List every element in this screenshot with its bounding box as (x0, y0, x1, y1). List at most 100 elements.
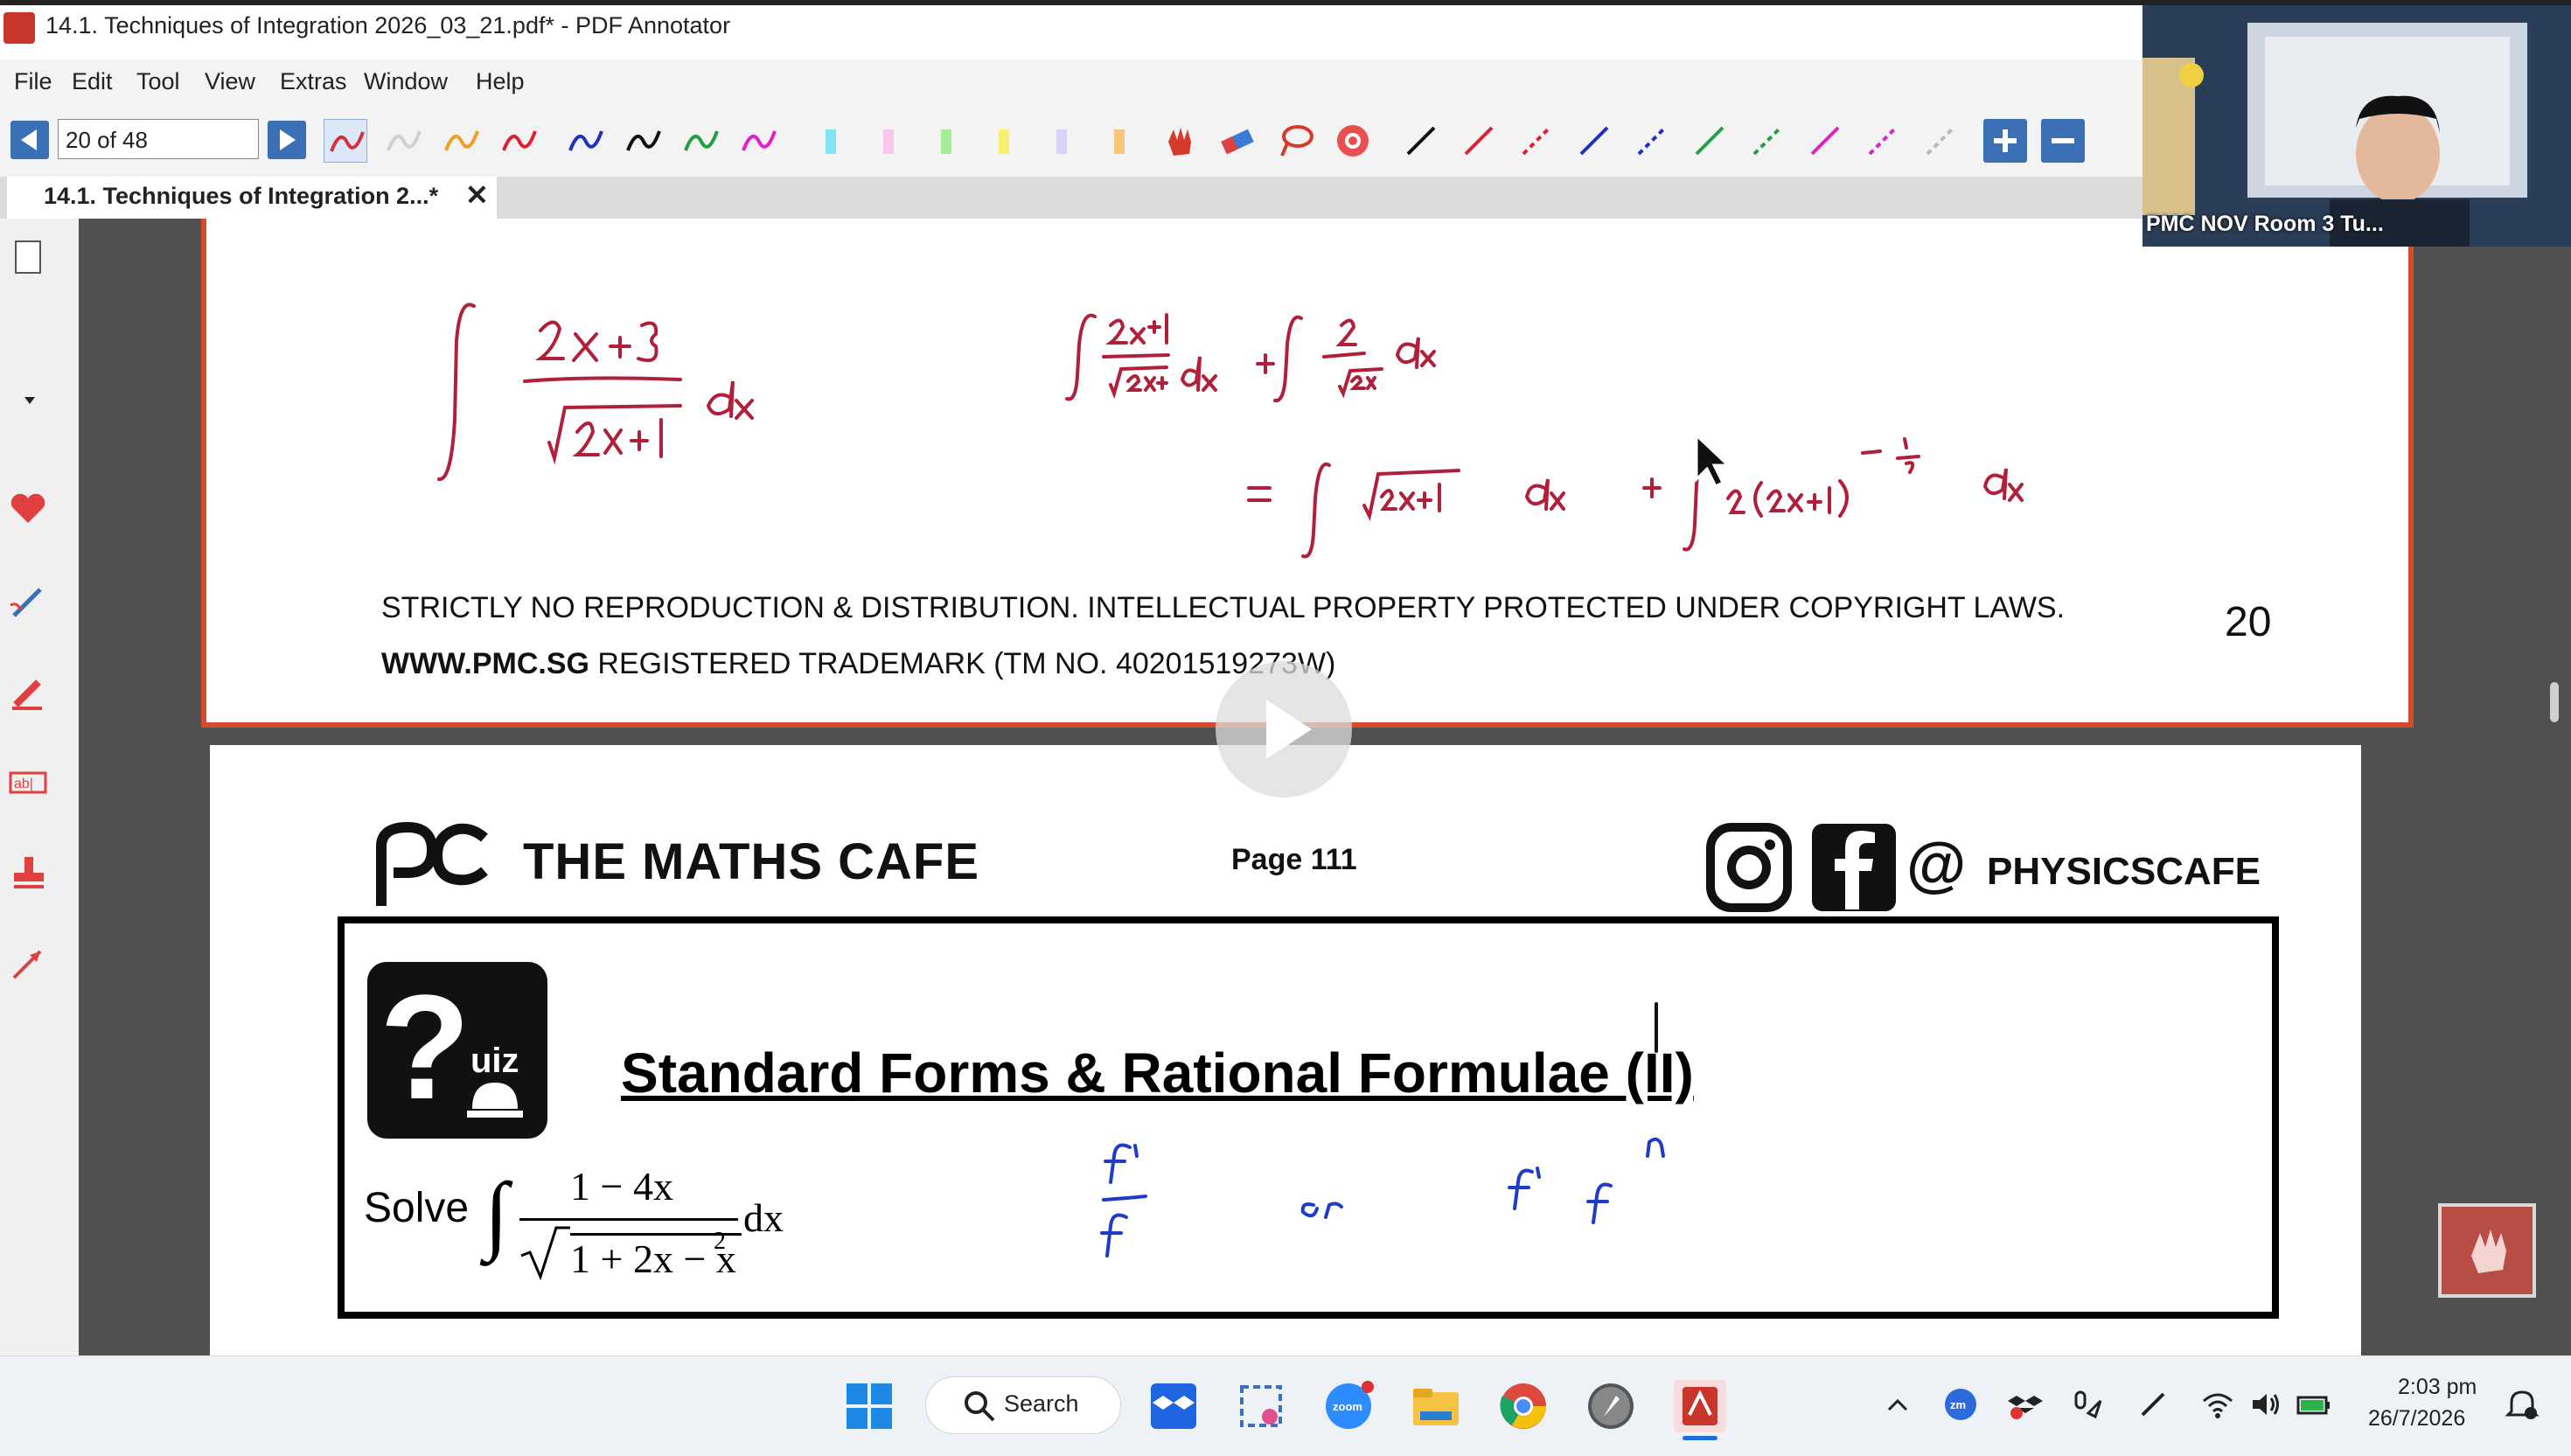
line-magenta[interactable] (1803, 119, 1847, 163)
menu-file[interactable]: File (14, 68, 52, 95)
pen-green[interactable] (679, 119, 722, 163)
dropbox-tray-icon[interactable] (2008, 1387, 2043, 1422)
highlighter-icon (1114, 129, 1125, 154)
raise-hand-button[interactable] (2438, 1203, 2536, 1298)
line-black[interactable] (1399, 119, 1443, 163)
speaker-icon[interactable] (2247, 1387, 2282, 1422)
zoom-out-button[interactable] (2041, 119, 2085, 163)
video-play-button[interactable] (1216, 661, 1352, 798)
line-icon (1406, 126, 1436, 156)
lasso-icon (1280, 125, 1313, 157)
dropbox-icon[interactable] (1147, 1380, 1200, 1432)
play-icon (1266, 700, 1312, 759)
line-red-dashed[interactable] (1515, 119, 1558, 163)
highlighter-pink[interactable] (866, 119, 909, 163)
arrow-icon[interactable] (5, 941, 51, 986)
zoom-in-button[interactable] (1983, 119, 2027, 163)
pen-icon (444, 130, 479, 151)
wifi-icon[interactable] (2200, 1387, 2235, 1422)
chrome-icon[interactable] (1497, 1380, 1550, 1432)
page-thumbnail-icon[interactable] (5, 234, 51, 280)
clock-time[interactable]: 2:03 pm (2398, 1375, 2477, 1400)
arrow-right-icon (280, 129, 296, 150)
eraser-icon (1221, 129, 1254, 155)
highlighter-icon (1056, 129, 1067, 154)
highlighter-cyan[interactable] (808, 119, 852, 163)
line-red[interactable] (1457, 119, 1501, 163)
pen-tray-icon[interactable] (2136, 1387, 2170, 1422)
webcam-participant-name: PMC NOV Room 3 Tu... (2146, 212, 2384, 236)
arrow-left-icon (21, 129, 37, 150)
pen-black[interactable] (621, 119, 665, 163)
pan-hand-tool[interactable] (1158, 119, 1202, 163)
pdf-annotator-taskbar-icon[interactable] (1674, 1380, 1726, 1432)
tab-close-icon[interactable]: ✕ (465, 178, 489, 212)
line-green-dashed[interactable] (1745, 119, 1789, 163)
pen-icon (502, 130, 537, 151)
page-number-input[interactable]: 20 of 48 (58, 119, 259, 159)
pen-icon (742, 130, 777, 151)
lasso-tool[interactable] (1273, 119, 1317, 163)
line-magenta-dashed[interactable] (1861, 119, 1905, 163)
menu-help[interactable]: Help (476, 68, 525, 95)
highlighter-icon (941, 129, 951, 154)
highlighter-orange[interactable] (1097, 119, 1140, 163)
vertical-scrollbar[interactable] (2550, 682, 2559, 722)
pen-red-selected[interactable] (324, 119, 367, 163)
line-blue[interactable] (1572, 119, 1616, 163)
notification-icon[interactable] (2505, 1387, 2540, 1422)
line-gray-dashed[interactable] (1919, 119, 1962, 163)
line-green[interactable] (1688, 119, 1731, 163)
pen-blue[interactable] (563, 119, 607, 163)
record-icon (1337, 125, 1369, 157)
svg-text:zm: zm (1950, 1398, 1966, 1411)
mouse-cursor-icon (1695, 432, 1731, 489)
menu-tool[interactable]: Tool (136, 68, 180, 95)
line-blue-dashed[interactable] (1630, 119, 1674, 163)
safari-like-icon[interactable] (1585, 1380, 1637, 1432)
clock-date[interactable]: 26/7/2026 (2368, 1406, 2465, 1432)
highlighter-lavender[interactable] (1039, 119, 1083, 163)
heart-icon[interactable] (5, 486, 51, 532)
menu-edit[interactable]: Edit (72, 68, 113, 95)
menu-extras[interactable]: Extras (280, 68, 347, 95)
record-tool[interactable] (1331, 119, 1375, 163)
left-sidebar: ab| (0, 219, 80, 1355)
copyright-notice: STRICTLY NO REPRODUCTION & DISTRIBUTION.… (381, 591, 2066, 624)
svg-text:ab|: ab| (14, 777, 33, 791)
highlighter-yellow[interactable] (981, 119, 1025, 163)
next-page-button[interactable] (268, 121, 306, 159)
menu-view[interactable]: View (205, 68, 255, 95)
search-label: Search (1004, 1390, 1079, 1417)
pen-red[interactable] (497, 119, 540, 163)
chevron-up-icon[interactable] (1880, 1387, 1915, 1422)
handwritten-blue-annotations (1100, 1002, 1665, 1257)
dashed-line-icon (1868, 126, 1898, 156)
marker-icon[interactable] (5, 670, 51, 715)
line-icon (1695, 126, 1724, 156)
previous-page-button[interactable] (10, 121, 49, 159)
snipping-tool-icon[interactable] (1235, 1380, 1287, 1432)
pen-magenta[interactable] (736, 119, 780, 163)
microphone-location-icon[interactable] (2069, 1387, 2104, 1422)
text-box-icon[interactable]: ab| (5, 759, 51, 805)
pen-icon (684, 130, 719, 151)
dropdown-arrow-icon[interactable] (5, 376, 51, 421)
menu-window[interactable]: Window (364, 68, 448, 95)
stamp-icon[interactable] (5, 850, 51, 895)
windows-start-icon[interactable] (843, 1380, 895, 1432)
pencil-ruler-icon[interactable] (5, 579, 51, 624)
hand-icon (1168, 128, 1191, 156)
zoom-tray-icon[interactable]: zm (1943, 1387, 1978, 1422)
pen-white[interactable] (381, 119, 425, 163)
line-icon (1579, 126, 1609, 156)
svg-text:zoom: zoom (1333, 1400, 1362, 1413)
highlighter-green[interactable] (923, 119, 967, 163)
plus-icon (1994, 129, 2017, 152)
battery-charging-icon[interactable] (2296, 1387, 2331, 1422)
eraser-tool[interactable] (1216, 119, 1259, 163)
pen-orange[interactable] (439, 119, 483, 163)
pdf-annotator-app-icon (3, 12, 35, 44)
zoom-app-icon[interactable]: zoom (1322, 1380, 1375, 1432)
file-explorer-icon[interactable] (1410, 1380, 1462, 1432)
